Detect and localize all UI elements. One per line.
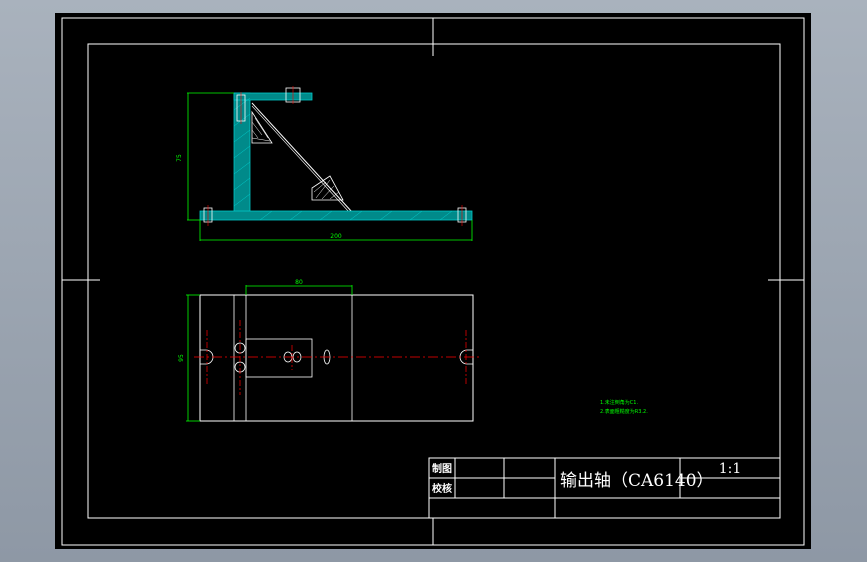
slot-width-dimension-text: 80 [295, 279, 303, 286]
base-plate-section [199, 210, 473, 221]
drawn-by-label: 制图 [432, 462, 452, 475]
checked-by-label: 校核 [432, 482, 452, 495]
base-width-dimension-text: 95 [178, 354, 185, 362]
note-line-1: 1.未注倒角为C1. [600, 399, 638, 406]
note-line-2: 2.表面粗糙度为R3.2. [600, 408, 648, 415]
cad-drawing-sheet: 75 200 80 95 1.未注倒角为C1. 2.表面粗糙度为R3.2. 制图… [55, 13, 811, 549]
scale-value: 1:1 [719, 461, 742, 477]
height-dimension-text: 75 [176, 154, 183, 162]
length-dimension-text: 200 [330, 233, 342, 240]
vertical-plate-section [233, 92, 251, 218]
part-title: 输出轴（CA6140） [560, 471, 714, 491]
